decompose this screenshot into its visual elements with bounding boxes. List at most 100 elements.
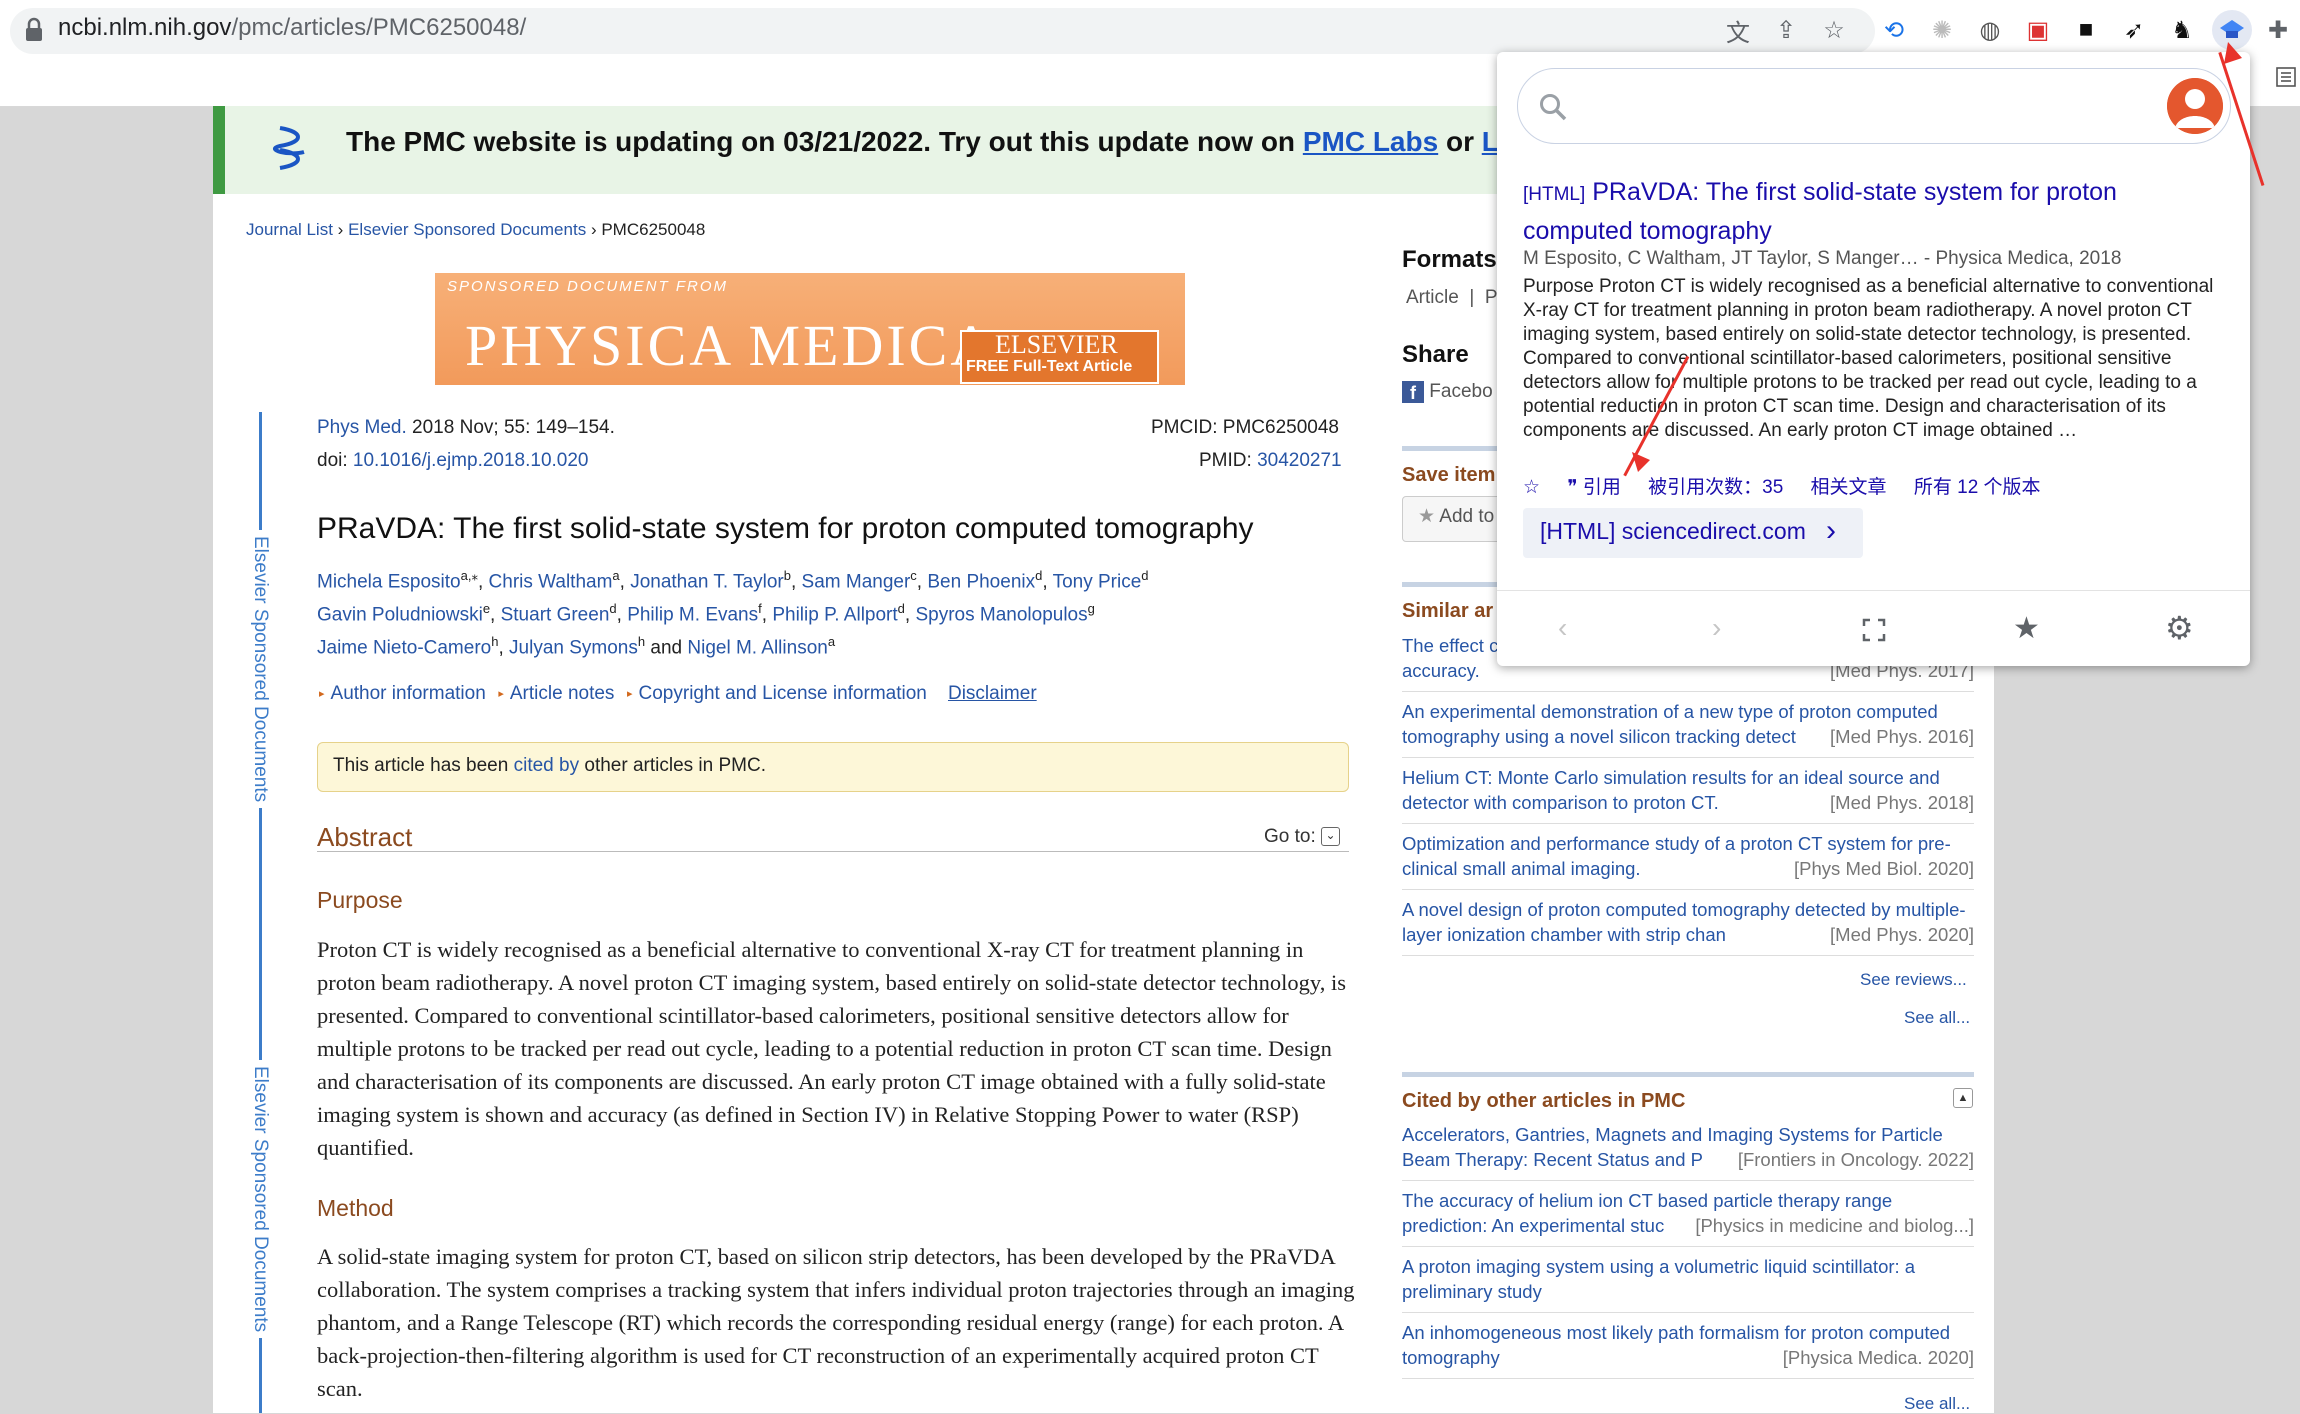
article-list-item[interactable]: A novel design of proton computed tomogr…	[1402, 897, 1974, 947]
article-list-title[interactable]: The effect c accuracy.	[1402, 635, 1498, 681]
author-link[interactable]: Ben Phoenix	[927, 571, 1035, 592]
list-divider	[1402, 757, 1974, 758]
author-separator: ,	[490, 604, 501, 626]
prev-icon[interactable]: ‹	[1558, 612, 1567, 644]
side-label-elsevier: Elsevier Sponsored Documents	[249, 1060, 271, 1339]
author-link[interactable]: Philip P. Allport	[772, 604, 897, 625]
article-list-source: [Med Phys. 2018]	[1824, 790, 1974, 815]
author-link[interactable]: Michela Esposito	[317, 571, 461, 592]
extension-bird-icon[interactable]: ♞	[2166, 14, 2198, 46]
disclaimer-link[interactable]: Disclaimer	[948, 683, 1037, 704]
authors-line-3: Jaime Nieto-Cameroh, Julyan Symonsh and …	[317, 634, 835, 659]
cited-by-count-link[interactable]: 被引用次数：35	[1648, 477, 1783, 498]
article-list-item[interactable]: An inhomogeneous most likely path formal…	[1402, 1320, 1974, 1370]
author-link[interactable]: Jonathan T. Taylor	[630, 571, 784, 592]
see-all-similar-link[interactable]: See all...	[1904, 1008, 1970, 1028]
star-icon[interactable]: ★	[2013, 611, 2040, 646]
journal-logo-sponsored: SPONSORED DOCUMENT FROM	[447, 278, 729, 295]
author-affiliation: a,⁎	[460, 568, 478, 583]
settings-icon[interactable]: ⚙	[2165, 609, 2194, 647]
annotation-arrowhead	[2224, 42, 2242, 64]
bookmark-star-icon[interactable]: ☆	[1818, 14, 1850, 46]
extension-dots-icon[interactable]: ✺	[1926, 14, 1958, 46]
article-list-item[interactable]: An experimental demonstration of a new t…	[1402, 699, 1974, 749]
abstract-heading: Abstract	[317, 822, 413, 852]
see-all-cited-link[interactable]: See all...	[1904, 1394, 1970, 1414]
reading-list-icon[interactable]	[2276, 66, 2296, 88]
breadcrumb-journal-list[interactable]: Journal List	[246, 220, 333, 239]
next-icon[interactable]: ›	[1712, 612, 1721, 644]
pmid-link[interactable]: 30420271	[1257, 450, 1342, 471]
author-link[interactable]: Tony Price	[1053, 571, 1142, 592]
lock-icon[interactable]	[22, 16, 46, 44]
result-title-link[interactable]: PRaVDA: The first solid-state system for…	[1523, 178, 2117, 245]
chevron-down-icon[interactable]: ⌄	[1321, 827, 1341, 847]
author-link[interactable]: Sam Manger	[802, 571, 911, 592]
format-pdf-link[interactable]: P	[1485, 287, 1498, 308]
author-link[interactable]: Jaime Nieto-Camero	[317, 637, 491, 658]
collapse-icon[interactable]: ▲	[1953, 1088, 1973, 1108]
author-link[interactable]: Chris Waltham	[489, 571, 613, 592]
doi-link[interactable]: 10.1016/j.ejmp.2018.10.020	[353, 450, 589, 471]
article-info-links: ▸ Author information ▸ Article notes ▸ Copy…	[317, 683, 1037, 705]
url-text[interactable]: ncbi.nlm.nih.gov/pmc/articles/PMC6250048…	[58, 14, 526, 42]
journal-link[interactable]: Phys Med.	[317, 417, 407, 438]
author-link[interactable]: Philip M. Evans	[627, 604, 758, 625]
section-rule	[1402, 446, 1502, 451]
see-reviews-link[interactable]: See reviews...	[1860, 970, 1967, 990]
related-articles-link[interactable]: 相关文章	[1811, 477, 1887, 498]
goto-control[interactable]: Go to: ⌄	[1264, 826, 1341, 848]
extension-sync-icon[interactable]: ⟲	[1878, 14, 1910, 46]
article-list-title[interactable]: A proton imaging system using a volumetr…	[1402, 1256, 1915, 1302]
extension-cat-icon[interactable]: ■	[2070, 14, 2102, 46]
cited-by-heading: Cited by other articles in PMC	[1402, 1090, 1686, 1112]
article-list-item[interactable]: Accelerators, Gantries, Magnets and Imag…	[1402, 1122, 1974, 1172]
all-versions-link[interactable]: 所有 12 个版本	[1914, 477, 2041, 498]
author-link[interactable]: Nigel M. Allinson	[687, 637, 827, 658]
pmid-line: PMID: 30420271	[1199, 450, 1342, 472]
save-star-icon[interactable]: ☆	[1523, 477, 1540, 498]
extension-globe-icon[interactable]: ◍	[1974, 14, 2006, 46]
breadcrumb: Journal List › Elsevier Sponsored Docume…	[246, 220, 705, 240]
list-divider	[1402, 955, 1974, 956]
author-link[interactable]: Gavin Poludniowski	[317, 604, 483, 625]
article-list-item[interactable]: Optimization and performance study of a …	[1402, 831, 1974, 881]
article-list-source: [Frontiers in Oncology. 2022]	[1731, 1147, 1974, 1172]
purpose-heading: Purpose	[317, 887, 403, 913]
translate-icon[interactable]: 文	[1722, 14, 1754, 47]
extensions-puzzle-icon[interactable]: ✚	[2262, 14, 2294, 46]
popup-footer-divider	[1497, 590, 2250, 591]
share-facebook[interactable]: f Facebo	[1402, 381, 1493, 403]
save-item-heading: Save item	[1402, 464, 1496, 486]
format-article-link[interactable]: Article	[1406, 287, 1459, 308]
extension-red-icon[interactable]: ▣	[2022, 14, 2054, 46]
author-affiliation: a	[827, 634, 836, 649]
authors-line-1: Michela Espositoa,⁎, Chris Walthama, Jon…	[317, 568, 1149, 593]
article-notes-link[interactable]: Article notes	[510, 683, 615, 704]
facebook-label: Facebo	[1429, 381, 1493, 403]
scholar-cap-icon	[2220, 20, 2244, 38]
scholar-search-input[interactable]	[1517, 68, 2231, 144]
copyright-link[interactable]: Copyright and License information	[639, 683, 927, 704]
annotation-arrowhead	[1632, 452, 1650, 472]
author-link[interactable]: Julyan Symons	[509, 637, 638, 658]
author-information-link[interactable]: Author information	[331, 683, 486, 704]
pmc-labs-link[interactable]: PMC Labs	[1303, 126, 1438, 157]
author-link[interactable]: Spyros Manolopulos	[915, 604, 1087, 625]
extension-cursor-icon[interactable]: ➶	[2118, 14, 2150, 46]
author-link[interactable]: Stuart Green	[501, 604, 610, 625]
article-list-item[interactable]: A proton imaging system using a volumetr…	[1402, 1254, 1974, 1304]
list-divider	[1402, 1312, 1974, 1313]
fullscreen-icon[interactable]	[1862, 618, 1886, 642]
list-divider	[1402, 823, 1974, 824]
article-list-item[interactable]: The accuracy of helium ion CT based part…	[1402, 1188, 1974, 1238]
breadcrumb-elsevier[interactable]: Elsevier Sponsored Documents	[348, 220, 586, 239]
url-path: /pmc/articles/PMC6250048/	[231, 14, 527, 41]
share-icon[interactable]: ⇪	[1770, 14, 1802, 46]
purpose-paragraph: Proton CT is widely recognised as a bene…	[317, 937, 1346, 1160]
scholar-result-title[interactable]: [HTML] PRaVDA: The first solid-state sys…	[1523, 174, 2213, 249]
cite-link[interactable]: ❞ 引用	[1567, 477, 1621, 498]
article-list-item[interactable]: Helium CT: Monte Carlo simulation result…	[1402, 765, 1974, 815]
avatar-icon[interactable]	[2167, 78, 2223, 134]
cited-by-link[interactable]: cited by	[514, 755, 579, 776]
